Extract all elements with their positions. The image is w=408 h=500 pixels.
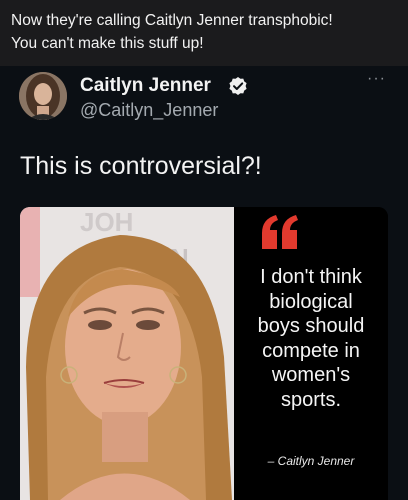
avatar[interactable] [19, 72, 67, 120]
quote-panel: I don't think biological boys should com… [234, 207, 388, 500]
quote-line: women's [271, 364, 351, 386]
quote-line: sports. [280, 388, 342, 411]
tweet-card: Caitlyn Jenner @Caitlyn_Jenner ··· This … [0, 66, 408, 500]
post-caption: Now they're calling Caitlyn Jenner trans… [0, 0, 408, 66]
quote-line: boys should [257, 315, 365, 337]
caption-line-2: You can't make this stuff up! [11, 35, 204, 52]
quote-mark-icon [262, 215, 298, 249]
more-options-icon[interactable]: ··· [367, 70, 386, 88]
quote-line: I don't think [260, 266, 362, 288]
quote-line: compete in [262, 339, 360, 362]
tweet-text: This is controversial?! [20, 152, 262, 180]
tweet-media[interactable]: JOH N [20, 207, 388, 500]
portrait-photo: JOH N [20, 207, 234, 500]
avatar-image [19, 72, 67, 120]
quote-text: I don't think biological boys should com… [238, 265, 384, 412]
author-handle[interactable]: @Caitlyn_Jenner [80, 100, 218, 121]
author-name[interactable]: Caitlyn Jenner [80, 75, 211, 97]
screenshot-page: Now they're calling Caitlyn Jenner trans… [0, 0, 408, 500]
verified-badge-icon [229, 77, 247, 95]
quote-line: biological [269, 290, 353, 313]
caption-line-1: Now they're calling Caitlyn Jenner trans… [11, 12, 333, 29]
quote-attribution: – Caitlyn Jenner [267, 454, 355, 468]
svg-text:JOH: JOH [80, 207, 133, 237]
